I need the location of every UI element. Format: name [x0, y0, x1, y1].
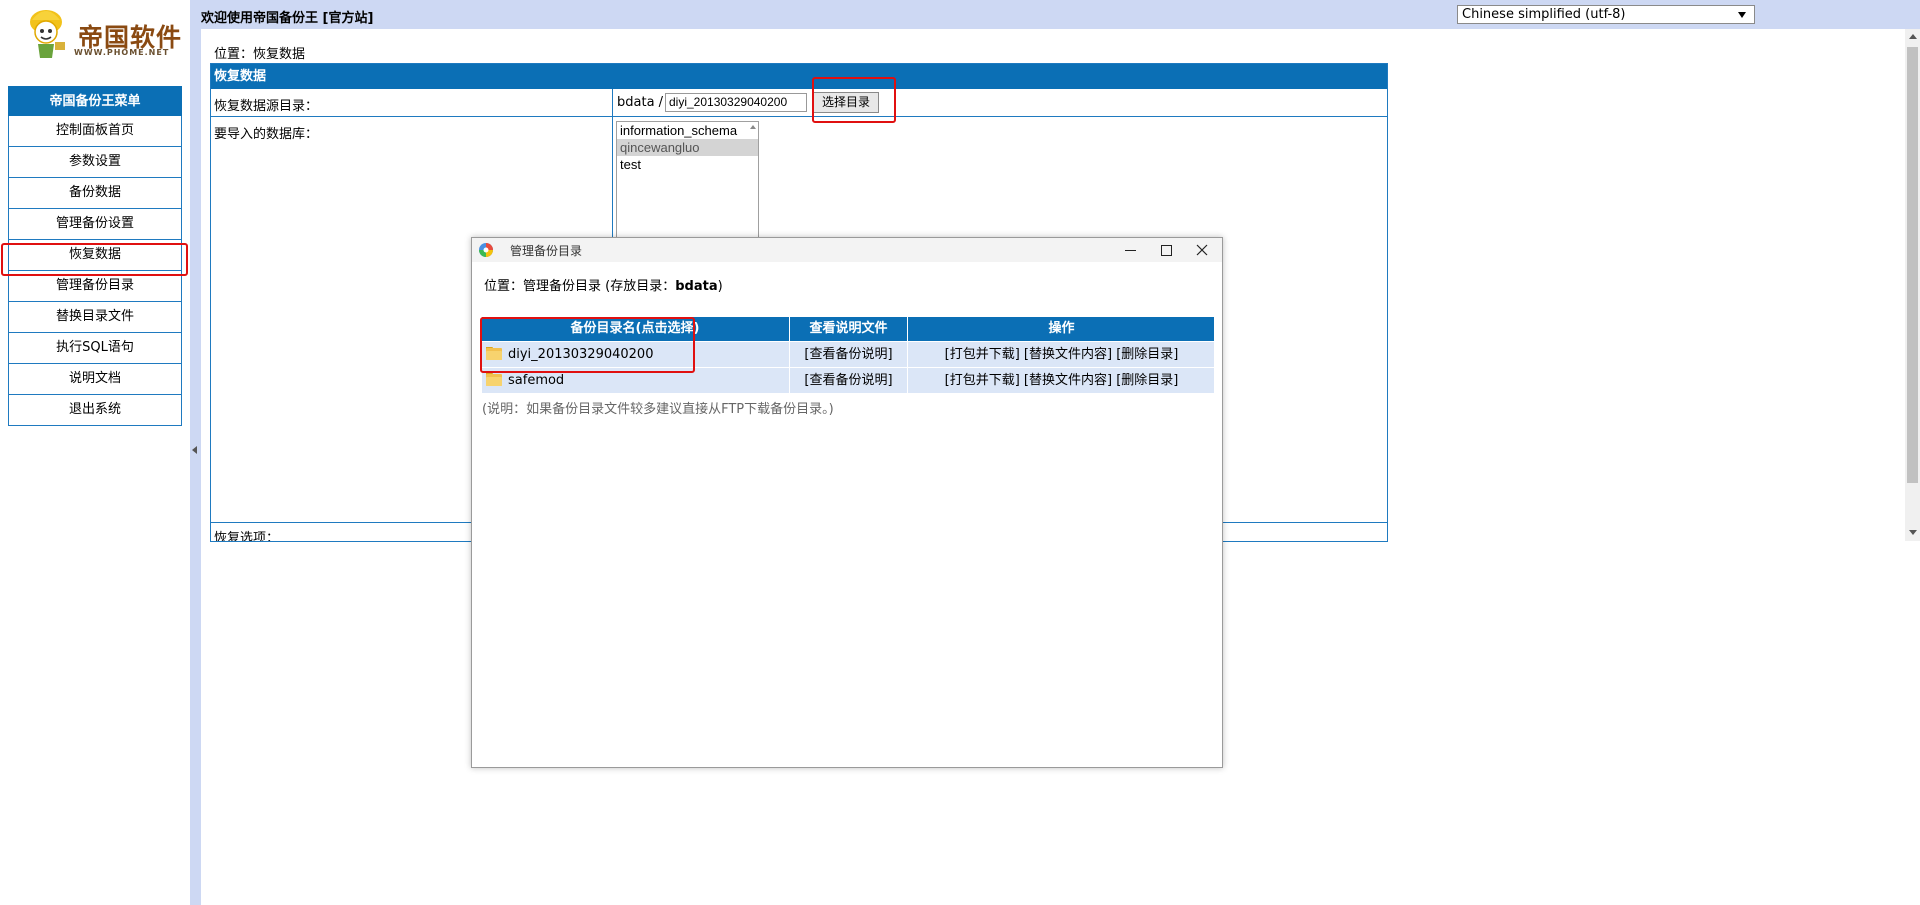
- replace-content-link[interactable]: [替换文件内容]: [1024, 347, 1112, 362]
- database-listbox[interactable]: information_schema qincewangluo test: [616, 121, 759, 251]
- top-bar: 欢迎使用帝国备份王 [官方站] Chinese simplified (utf-…: [201, 0, 1920, 29]
- manage-backup-dir-dialog: 管理备份目录 位置：管理备份目录 (存放目录：bdata) 备份目录名(点击选择…: [471, 237, 1223, 768]
- scroll-up-arrow-icon[interactable]: [1909, 34, 1917, 39]
- scroll-down-arrow-icon[interactable]: [1909, 530, 1917, 535]
- charset-select[interactable]: Chinese simplified (utf-8): [1457, 5, 1755, 24]
- operations-cell: [打包并下载] [替换文件内容] [删除目录]: [907, 368, 1215, 393]
- folder-icon: [486, 347, 502, 360]
- db-option[interactable]: test: [617, 156, 758, 173]
- row-source-dir: 恢复数据源目录： bdata / diyi_20130329040200 选择目…: [211, 89, 1387, 116]
- collapse-arrow-icon[interactable]: [192, 446, 197, 454]
- view-readme-link[interactable]: [查看备份说明]: [789, 342, 907, 367]
- dialog-breadcrumb-suffix: ): [717, 279, 723, 294]
- backup-dir-table: 备份目录名(点击选择) 查看说明文件 操作 diyi_2013032904020…: [482, 317, 1214, 393]
- dir-name-link[interactable]: diyi_20130329040200: [508, 347, 653, 362]
- dialog-titlebar[interactable]: 管理备份目录: [472, 238, 1222, 262]
- table-row: safemod [查看备份说明] [打包并下载] [替换文件内容] [删除目录]: [482, 367, 1214, 393]
- table-header-row: 备份目录名(点击选择) 查看说明文件 操作: [482, 317, 1214, 341]
- header-operations: 操作: [907, 317, 1215, 341]
- source-dir-label: 恢复数据源目录：: [214, 99, 319, 114]
- dir-name-cell[interactable]: diyi_20130329040200: [482, 342, 788, 367]
- dialog-breadcrumb: 位置：管理备份目录 (存放目录：bdata): [484, 275, 723, 294]
- menu-item-settings[interactable]: 参数设置: [8, 147, 182, 178]
- delete-dir-link[interactable]: [删除目录]: [1116, 347, 1178, 362]
- logo-url: WWW.PHOME.NET: [74, 48, 170, 57]
- download-link[interactable]: [打包并下载]: [945, 373, 1020, 388]
- charset-selected-value: Chinese simplified (utf-8): [1462, 7, 1626, 22]
- menu-item-docs[interactable]: 说明文档: [8, 364, 182, 395]
- target-db-label: 要导入的数据库：: [214, 127, 319, 142]
- breadcrumb: 位置：恢复数据: [214, 47, 306, 62]
- source-dir-prefix: bdata /: [617, 95, 664, 110]
- frame-splitter[interactable]: [190, 0, 201, 905]
- dialog-breadcrumb-dir: bdata: [675, 279, 718, 294]
- minimize-icon[interactable]: [1112, 238, 1148, 262]
- maximize-icon[interactable]: [1148, 238, 1184, 262]
- menu-item-control-panel[interactable]: 控制面板首页: [8, 116, 182, 147]
- left-frame: 帝国软件 WWW.PHOME.NET 帝国备份王菜单 控制面板首页 参数设置 备…: [0, 0, 190, 905]
- dir-name-link[interactable]: safemod: [508, 373, 564, 388]
- replace-content-link[interactable]: [替换文件内容]: [1024, 373, 1112, 388]
- listbox-scroll-up-icon[interactable]: [750, 125, 756, 129]
- dialog-note: (说明：如果备份目录文件较多建议直接从FTP下载备份目录。): [482, 402, 834, 417]
- db-option-selected[interactable]: qincewangluo: [617, 139, 758, 156]
- menu-item-execute-sql[interactable]: 执行SQL语句: [8, 333, 182, 364]
- table-row: diyi_20130329040200 [查看备份说明] [打包并下载] [替换…: [482, 341, 1214, 367]
- vertical-scrollbar[interactable]: [1905, 29, 1920, 541]
- dir-name-cell[interactable]: safemod: [482, 368, 788, 393]
- source-dir-input[interactable]: diyi_20130329040200: [665, 93, 807, 112]
- menu-item-logout[interactable]: 退出系统: [8, 395, 182, 426]
- welcome-text[interactable]: 欢迎使用帝国备份王 [官方站]: [201, 7, 373, 26]
- db-option[interactable]: information_schema: [617, 122, 758, 139]
- header-dir-name: 备份目录名(点击选择): [570, 321, 700, 336]
- restore-options-label: 恢复选项：: [214, 531, 280, 542]
- view-readme-link[interactable]: [查看备份说明]: [789, 368, 907, 393]
- operations-cell: [打包并下载] [替换文件内容] [删除目录]: [907, 342, 1215, 367]
- restore-table-title: 恢复数据: [211, 64, 1387, 89]
- logo: 帝国软件 WWW.PHOME.NET: [22, 2, 181, 60]
- menu-title: 帝国备份王菜单: [8, 86, 182, 116]
- folder-icon: [486, 373, 502, 386]
- mascot-icon: [30, 10, 65, 58]
- dropdown-caret-icon: [1738, 12, 1746, 18]
- close-icon[interactable]: [1184, 238, 1220, 262]
- dialog-breadcrumb-prefix: 位置：管理备份目录 (存放目录：: [484, 279, 676, 294]
- delete-dir-link[interactable]: [删除目录]: [1116, 373, 1178, 388]
- dialog-title: 管理备份目录: [510, 244, 583, 258]
- side-menu: 帝国备份王菜单 控制面板首页 参数设置 备份数据 管理备份设置 恢复数据 管理备…: [8, 86, 182, 426]
- menu-item-replace-dir-files[interactable]: 替换目录文件: [8, 302, 182, 333]
- menu-item-manage-backup-dirs[interactable]: 管理备份目录: [8, 271, 182, 302]
- menu-item-backup[interactable]: 备份数据: [8, 178, 182, 209]
- menu-item-restore[interactable]: 恢复数据: [8, 240, 182, 271]
- menu-item-manage-backup-settings[interactable]: 管理备份设置: [8, 209, 182, 240]
- select-dir-button[interactable]: 选择目录: [813, 92, 879, 113]
- browser-app-icon: [479, 243, 493, 257]
- header-view-readme: 查看说明文件: [789, 317, 907, 341]
- scrollbar-thumb[interactable]: [1907, 47, 1918, 483]
- download-link[interactable]: [打包并下载]: [945, 347, 1020, 362]
